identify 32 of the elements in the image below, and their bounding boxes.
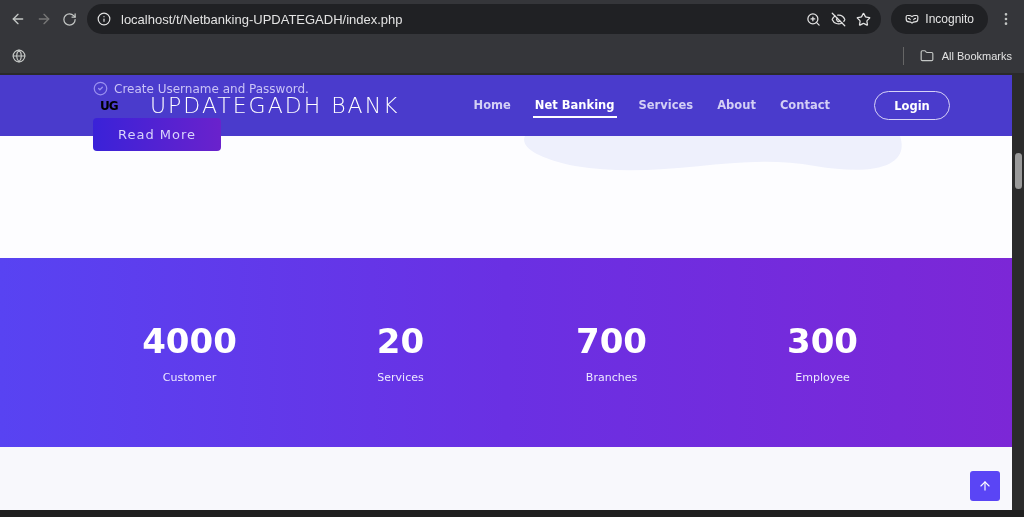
stat-label: Services — [377, 371, 424, 384]
back-icon[interactable] — [10, 11, 26, 27]
folder-icon — [919, 48, 934, 63]
zoom-icon[interactable] — [806, 11, 822, 27]
star-icon[interactable] — [856, 11, 872, 27]
stat-value: 4000 — [142, 321, 237, 361]
check-icon — [93, 81, 108, 96]
back-to-top-button[interactable] — [970, 471, 1000, 501]
globe-icon[interactable] — [12, 48, 26, 63]
feature-text: Create Username and Password. — [114, 81, 309, 96]
stat-value: 700 — [576, 321, 647, 361]
read-more-button[interactable]: Read More — [93, 118, 221, 151]
nav-link[interactable]: Net Banking — [532, 93, 617, 118]
stat-value: 20 — [376, 321, 425, 361]
eye-off-icon[interactable] — [831, 11, 847, 27]
stat-label: Branches — [585, 371, 638, 384]
nav-link[interactable]: Contact — [777, 93, 832, 118]
brand-name[interactable]: UPDATEGADH BANK — [150, 93, 400, 118]
nav-link[interactable]: Home — [471, 93, 513, 118]
address-bar[interactable]: localhost/t/Netbanking-UPDATEGADH/index.php — [87, 4, 882, 34]
stat-value: 300 — [787, 321, 858, 361]
incognito-button[interactable]: Incognito — [891, 4, 988, 34]
stat-label: Employee — [795, 371, 850, 384]
nav-link[interactable]: About — [715, 93, 758, 118]
nav-link[interactable]: Services — [636, 93, 696, 118]
reload-icon[interactable] — [62, 11, 77, 27]
bookmarks-link[interactable]: All Bookmarks — [941, 49, 1012, 62]
forward-icon[interactable] — [36, 11, 52, 27]
stat-label: Customer — [162, 371, 217, 384]
info-icon[interactable] — [97, 12, 111, 26]
url-text: localhost/t/Netbanking-UPDATEGADH/index.php — [121, 11, 404, 27]
mask-icon — [905, 12, 920, 26]
